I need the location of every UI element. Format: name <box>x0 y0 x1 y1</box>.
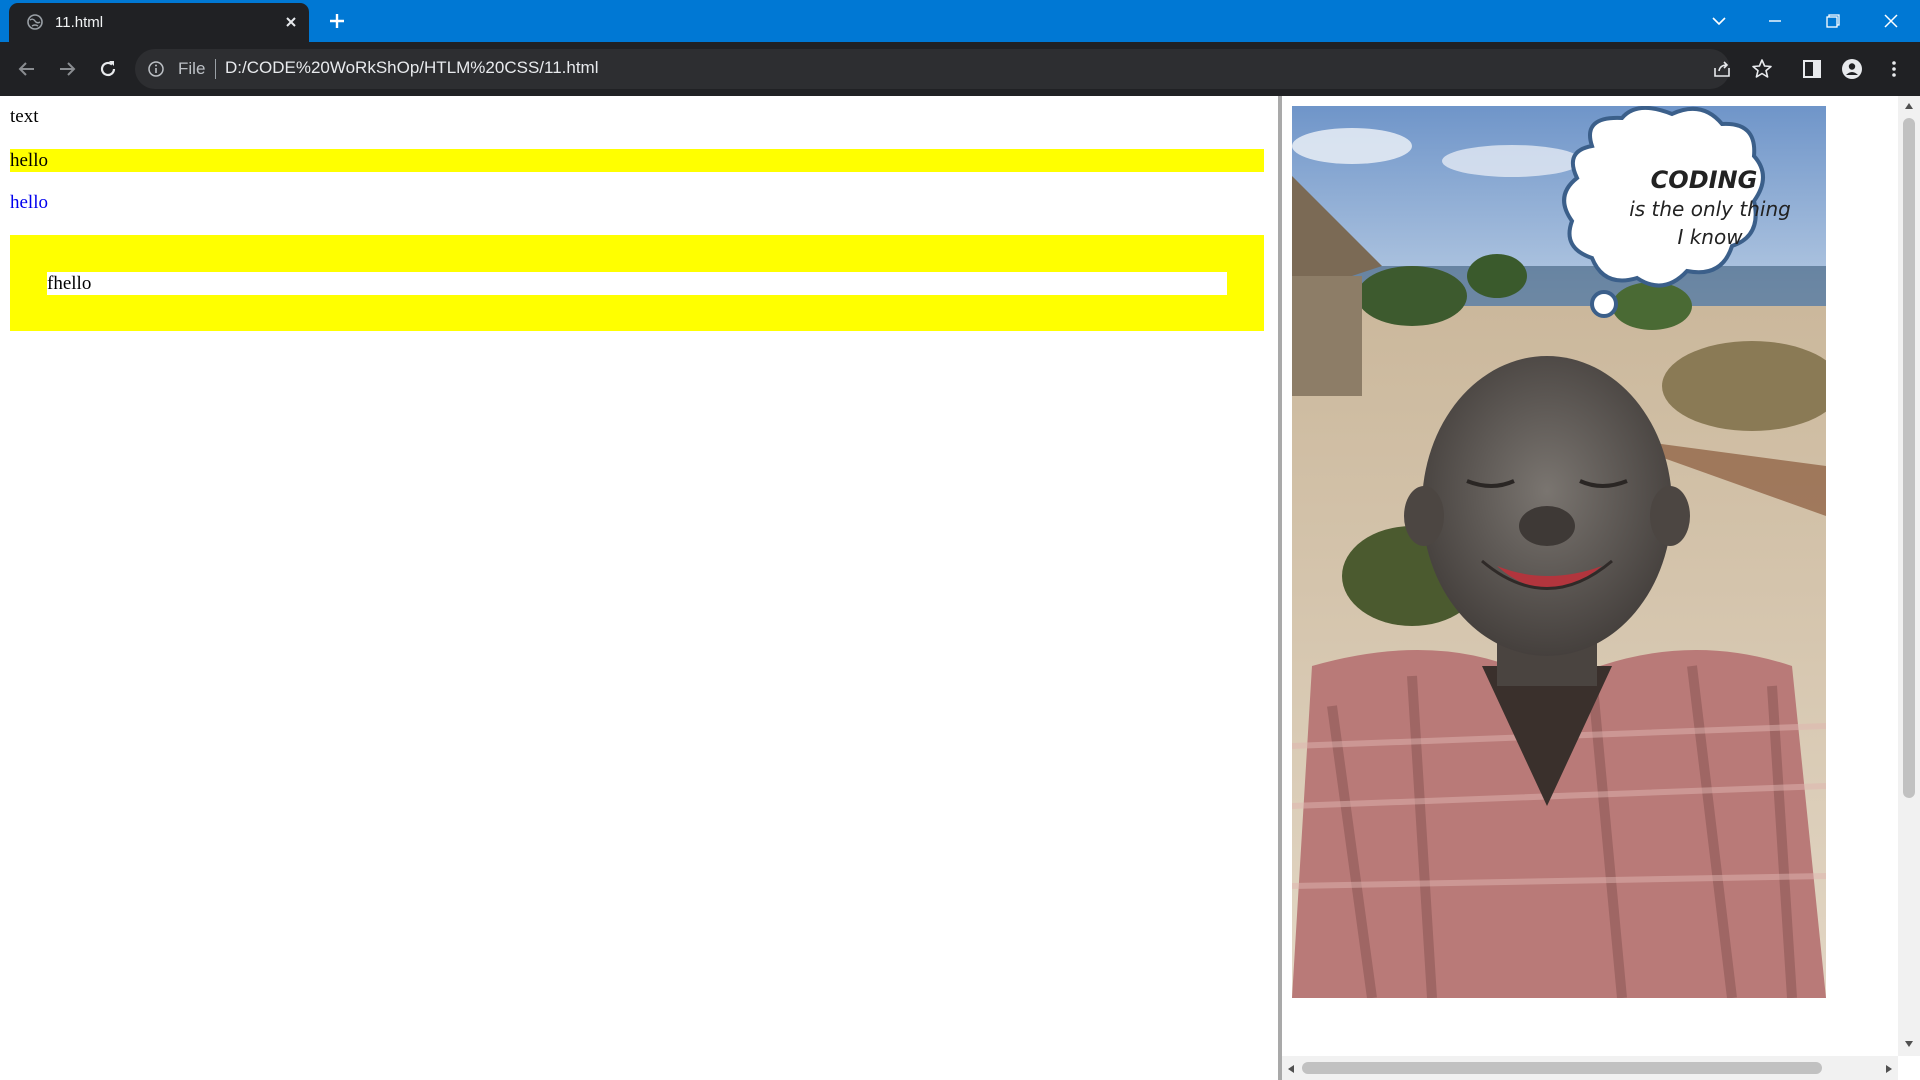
rendered-page: text hello hello fhello <box>0 96 1278 1080</box>
close-icon[interactable] <box>282 13 300 31</box>
reload-icon[interactable] <box>95 56 121 82</box>
scroll-right-arrow-icon[interactable] <box>1885 1064 1893 1074</box>
page-viewport: text hello hello fhello CODING is the on… <box>0 96 1920 1080</box>
inner-white-box: fhello <box>47 272 1227 295</box>
globe-icon <box>27 14 43 30</box>
browser-tab[interactable]: 11.html <box>9 3 309 42</box>
restore-icon[interactable] <box>1820 8 1846 34</box>
bubble-line-1: CODING <box>1651 166 1758 194</box>
side-panel-icon[interactable] <box>1800 57 1824 81</box>
meme-photo: CODING is the only thing I know <box>1292 106 1826 998</box>
scroll-up-arrow-icon[interactable] <box>1904 102 1914 110</box>
hello-highlighted-paragraph: hello <box>10 149 1264 172</box>
chevron-down-icon[interactable] <box>1706 8 1732 34</box>
forward-arrow-icon[interactable] <box>54 56 80 82</box>
hello-blue-paragraph: hello <box>10 192 48 213</box>
scheme-label: File <box>178 59 206 78</box>
scroll-down-arrow-icon[interactable] <box>1904 1040 1914 1048</box>
info-icon[interactable] <box>147 60 165 78</box>
bubble-line-3: I know <box>1677 225 1743 249</box>
tab-title: 11.html <box>55 14 104 31</box>
address-divider <box>215 59 216 79</box>
url-text[interactable]: D:/CODE%20WoRkShOp/HTLM%20CSS/11.html <box>225 58 599 78</box>
text-paragraph: text <box>10 106 39 127</box>
horizontal-scroll-thumb[interactable] <box>1302 1062 1822 1074</box>
vertical-scrollbar[interactable] <box>1898 96 1920 1056</box>
image-pane: CODING is the only thing I know <box>1282 96 1920 1080</box>
kebab-menu-icon[interactable] <box>1882 57 1906 81</box>
address-bar[interactable]: File D:/CODE%20WoRkShOp/HTLM%20CSS/11.ht… <box>135 49 1730 89</box>
window-close-icon[interactable] <box>1878 8 1904 34</box>
back-arrow-icon[interactable] <box>14 56 40 82</box>
vertical-scroll-thumb[interactable] <box>1903 118 1915 798</box>
star-icon[interactable] <box>1750 57 1774 81</box>
horizontal-scrollbar[interactable] <box>1282 1056 1898 1080</box>
minimize-icon[interactable] <box>1762 8 1788 34</box>
yellow-padded-box: fhello <box>10 235 1264 331</box>
plus-icon[interactable] <box>326 10 348 32</box>
share-icon[interactable] <box>1710 57 1734 81</box>
profile-icon[interactable] <box>1840 57 1864 81</box>
bubble-line-2: is the only thing <box>1629 197 1791 221</box>
title-bar: 11.html <box>0 0 1920 42</box>
scroll-left-arrow-icon[interactable] <box>1287 1064 1295 1074</box>
